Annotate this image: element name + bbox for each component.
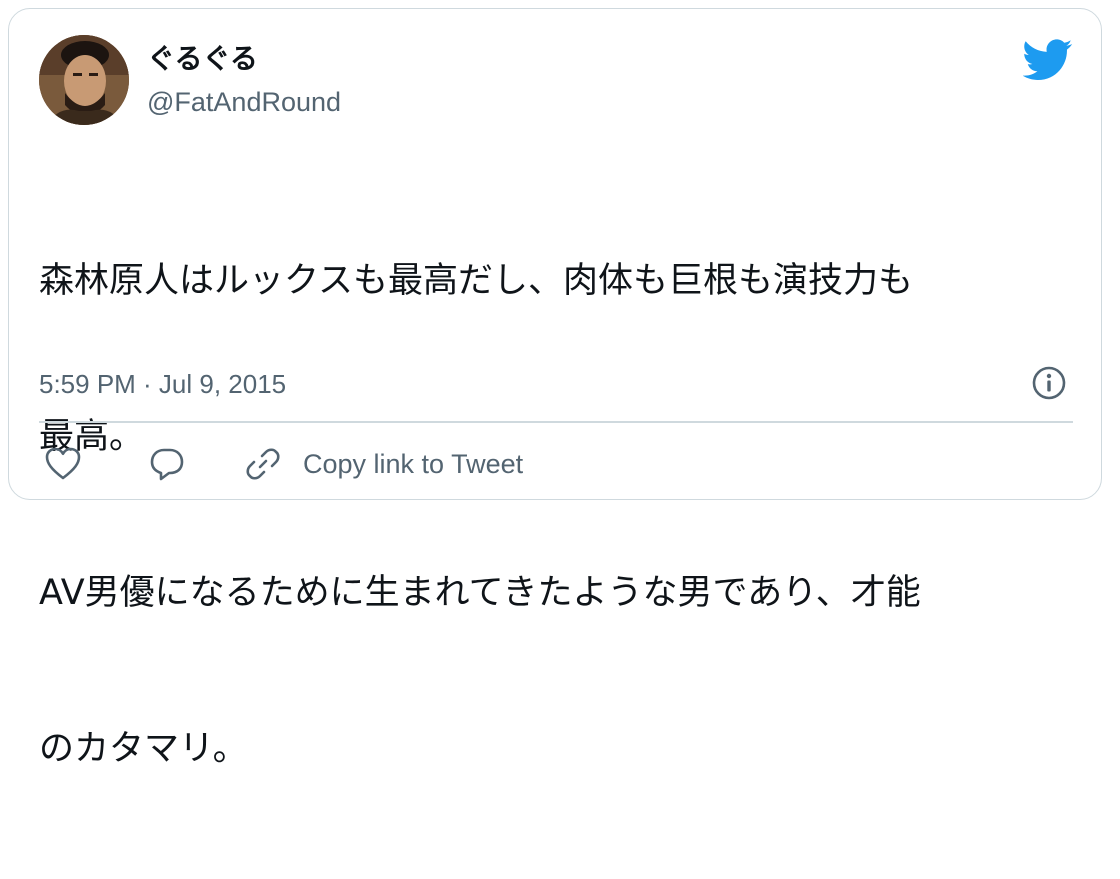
tweet-card: ぐるぐる @FatAndRound 森林原人はルックスも最高だし、肉体も巨根も演… (8, 8, 1102, 769)
user-handle[interactable]: @FatAndRound (147, 85, 341, 119)
avatar[interactable] (39, 35, 129, 125)
tweet-text: 森林原人はルックスも最高だし、肉体も巨根も演技力も 最高。 AV男優になるために… (39, 151, 1079, 879)
info-icon[interactable] (1031, 365, 1067, 401)
heart-icon (45, 447, 81, 480)
like-button[interactable] (45, 445, 81, 483)
tweet-text-line: のカタマリ。 (39, 729, 248, 769)
tweet-text-line: AV男優になるために生まれてきたような男であり、才能 (39, 573, 921, 613)
link-icon (246, 448, 280, 480)
display-name[interactable]: ぐるぐる (147, 41, 258, 77)
twitter-bird-icon[interactable] (1022, 39, 1073, 81)
reply-button[interactable] (149, 445, 185, 483)
tweet-text-line: 森林原人はルックスも最高だし、肉体も巨根も演技力も (39, 261, 913, 301)
copy-link-button[interactable]: Copy link to Tweet (245, 445, 523, 483)
avatar-image (39, 35, 129, 125)
copy-link-label: Copy link to Tweet (303, 448, 524, 479)
reply-bubble-icon (150, 448, 184, 481)
action-bar: Copy link to Tweet (39, 439, 1073, 489)
divider (39, 421, 1073, 423)
tweet-timestamp[interactable]: 5:59 PM · Jul 9, 2015 (39, 367, 286, 401)
